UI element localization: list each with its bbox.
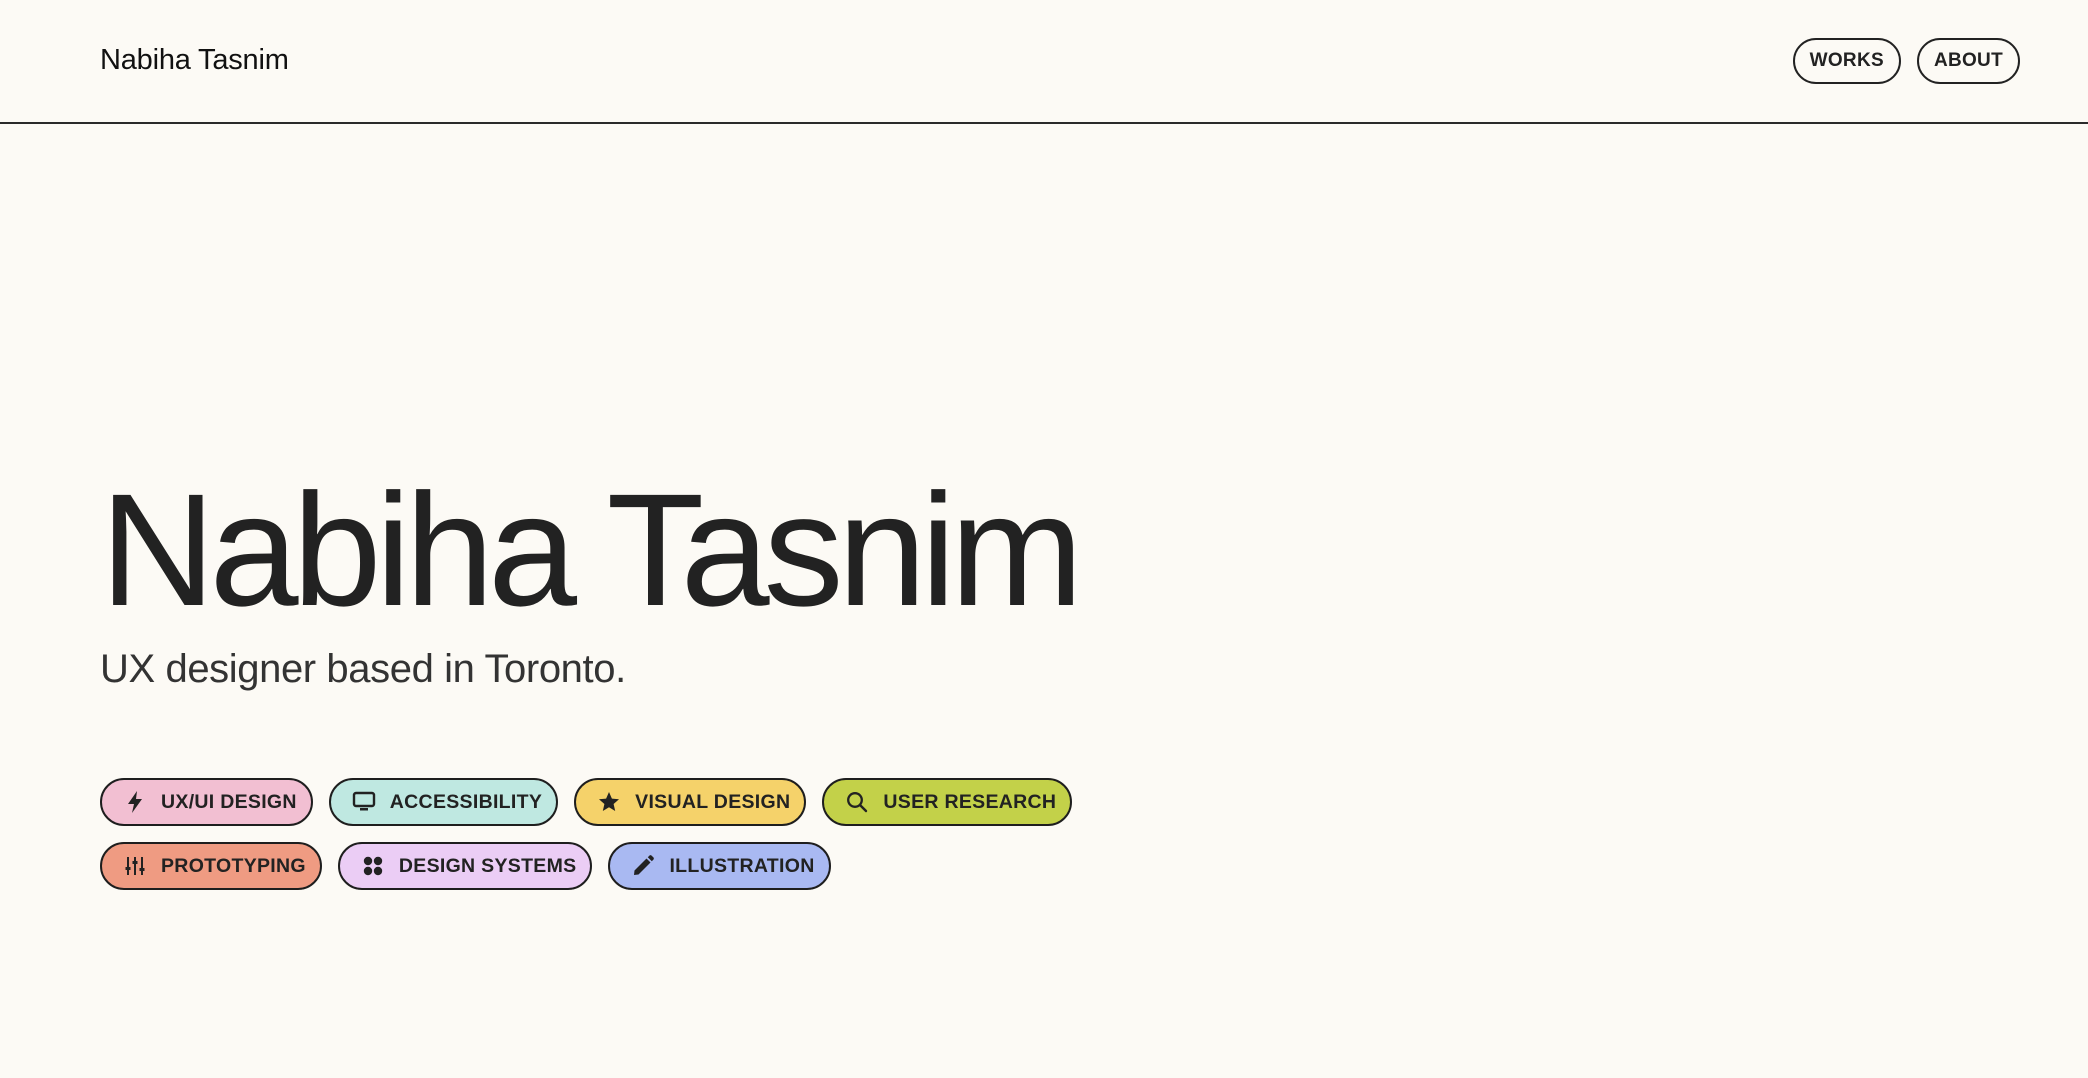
- tag-visual-design: VISUAL DESIGN: [574, 778, 807, 826]
- site-header: Nabiha Tasnim WORKS ABOUT: [0, 0, 2088, 124]
- tag-illustration: ILLUSTRATION: [608, 842, 831, 890]
- lightning-bolt-icon: [122, 789, 148, 815]
- monitor-icon: [351, 789, 377, 815]
- about-nav-button[interactable]: ABOUT: [1916, 38, 2020, 84]
- pencil-icon: [630, 853, 656, 879]
- tag-label: DESIGN SYSTEMS: [398, 854, 577, 877]
- tag-label: USER RESEARCH: [883, 790, 1057, 813]
- skills-tag-row-2: PROTOTYPING DESIGN SYSTEMS ILLUSTRATION: [100, 842, 1080, 890]
- hero-subtitle: UX designer based in Toronto.: [100, 647, 626, 691]
- sliders-icon: [122, 853, 148, 879]
- tag-prototyping: PROTOTYPING: [100, 842, 322, 890]
- tag-design-systems: DESIGN SYSTEMS: [337, 842, 593, 890]
- tag-label: ACCESSIBILITY: [389, 790, 543, 813]
- hero-title: Nabiha Tasnim: [100, 460, 1083, 639]
- skills-tags: UX/UI DESIGN ACCESSIBILITY VISUAL DESIGN…: [100, 778, 1080, 906]
- top-nav: WORKS ABOUT: [1792, 38, 2020, 84]
- star-icon: [596, 789, 622, 815]
- tag-label: UX/UI DESIGN: [161, 790, 297, 813]
- works-nav-button[interactable]: WORKS: [1792, 38, 1901, 84]
- tag-ux-ui-design: UX/UI DESIGN: [100, 778, 313, 826]
- tag-user-research: USER RESEARCH: [822, 778, 1073, 826]
- skills-tag-row-1: UX/UI DESIGN ACCESSIBILITY VISUAL DESIGN…: [100, 778, 1080, 826]
- tag-label: ILLUSTRATION: [669, 854, 815, 877]
- tag-label: VISUAL DESIGN: [635, 790, 791, 813]
- tag-accessibility: ACCESSIBILITY: [328, 778, 559, 826]
- search-icon: [844, 789, 870, 815]
- brand-link[interactable]: Nabiha Tasnim: [100, 44, 289, 77]
- tag-label: PROTOTYPING: [161, 854, 306, 877]
- grid-icon: [360, 853, 386, 879]
